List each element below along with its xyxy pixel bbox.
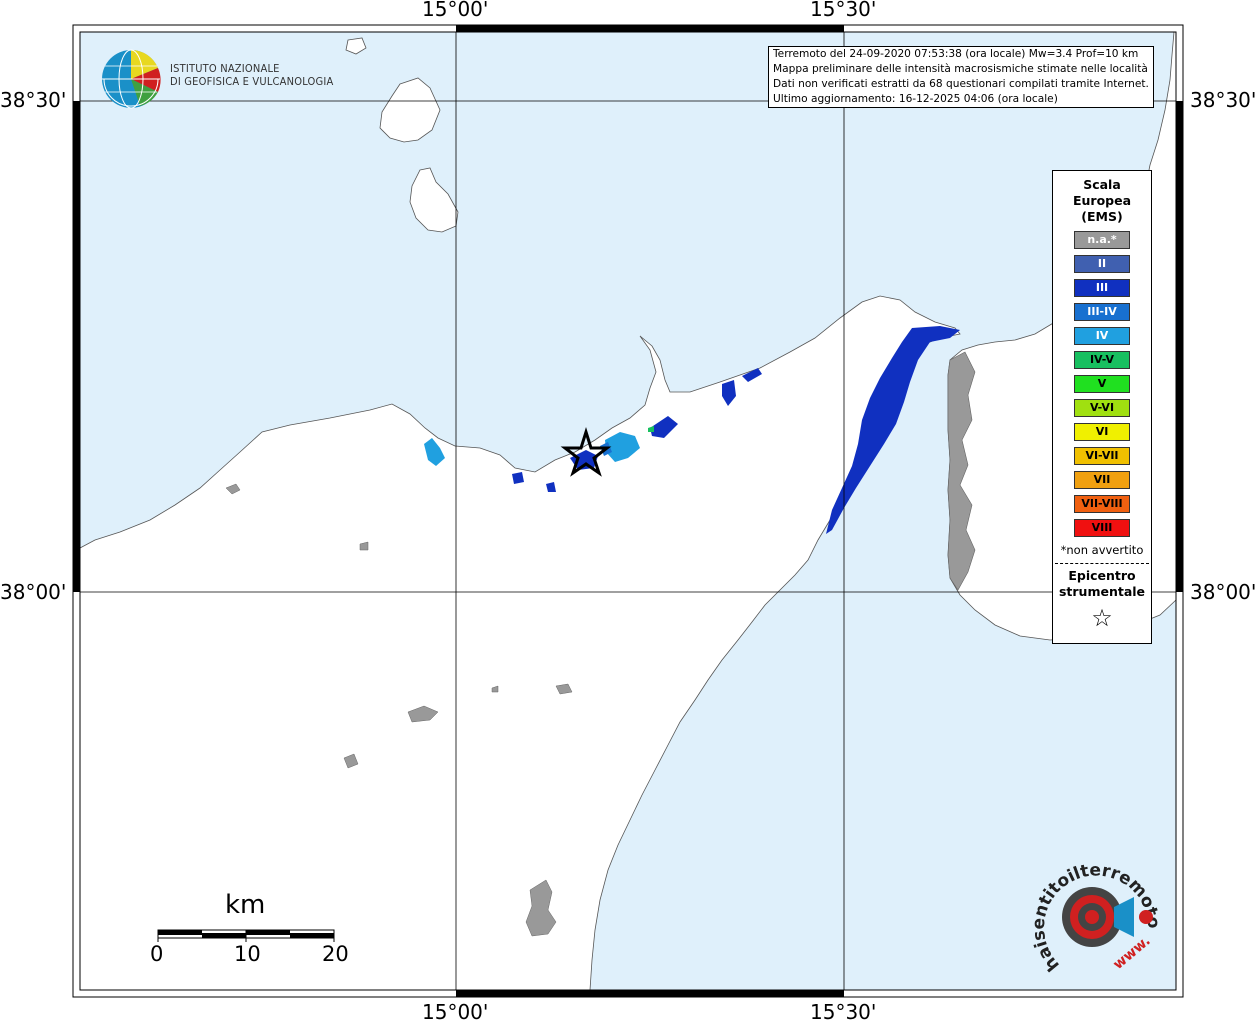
- legend-item-vivii: VI-VII: [1074, 447, 1130, 465]
- lon-label-bottom-15-30: 15°30': [810, 1000, 877, 1024]
- scale-tick-10: 10: [234, 942, 261, 966]
- legend-epicenter-title: Epicentro strumentale: [1053, 568, 1151, 600]
- legend-items: n.a.* II III III-IV IV IV-V V V-VI VI VI-VII VII VI…: [1053, 231, 1151, 537]
- legend-item-iv: IV: [1074, 327, 1130, 345]
- scale-bar: km 0 10 20: [150, 890, 350, 970]
- legend-title-line-1: Scala: [1083, 177, 1121, 192]
- haisentito-logo-www: www.: [1110, 933, 1153, 973]
- ingv-line-1: ISTITUTO NAZIONALE: [170, 62, 280, 75]
- scale-tick-20: 20: [322, 942, 349, 966]
- legend-item-ii: II: [1074, 255, 1130, 273]
- info-line-4: Ultimo aggiornamento: 16-12-2025 04:06 (…: [773, 93, 1058, 105]
- ingv-line-2: DI GEOFISICA E VULCANOLOGIA: [170, 75, 334, 88]
- legend-title: Scala Europea (EMS): [1053, 177, 1151, 225]
- legend-item-na: n.a.*: [1074, 231, 1130, 249]
- patch-iii: [512, 472, 524, 484]
- legend-note: *non avvertito: [1060, 543, 1144, 557]
- legend-item-viii: VIII: [1074, 519, 1130, 537]
- legend-item-vi: VI: [1074, 423, 1130, 441]
- legend-item-vvi: V-VI: [1074, 399, 1130, 417]
- lat-label-right-38-30: 38°30': [1190, 88, 1255, 112]
- legend-separator: [1055, 563, 1149, 564]
- lon-label-bottom-15-00: 15°00': [422, 1000, 489, 1024]
- ems-legend: Scala Europea (EMS) n.a.* II III III-IV IV IV…: [1052, 170, 1152, 644]
- legend-title-line-2: Europea: [1072, 193, 1132, 208]
- legend-item-vii: VII: [1074, 471, 1130, 489]
- legend-star-icon: ☆: [1091, 604, 1113, 632]
- haisentito-logo: haisentitoilterremoto.it www.: [1030, 855, 1163, 975]
- legend-item-v: V: [1074, 375, 1130, 393]
- lon-label-top-15-30: 15°30': [810, 0, 877, 21]
- lat-label-left-38-00: 38°00': [0, 580, 67, 604]
- legend-title-line-3: (EMS): [1081, 209, 1123, 224]
- legend-item-iiiiv: III-IV: [1074, 303, 1130, 321]
- ingv-globe-logo: [102, 49, 161, 109]
- lat-label-left-38-30: 38°30': [0, 88, 67, 112]
- legend-item-iii: III: [1074, 279, 1130, 297]
- lat-label-right-38-00: 38°00': [1190, 580, 1255, 604]
- scale-tick-0: 0: [150, 942, 164, 966]
- ingv-institute-name: ISTITUTO NAZIONALE DI GEOFISICA E VULCAN…: [170, 62, 333, 88]
- info-line-2: Mappa preliminare delle intensità macros…: [773, 63, 1148, 75]
- frame-bar-top: [456, 25, 844, 32]
- frame-bar-right: [1176, 101, 1183, 592]
- frame-bar-left: [73, 101, 80, 592]
- legend-item-viiviii: VII-VIII: [1074, 495, 1130, 513]
- legend-item-ivv: IV-V: [1074, 351, 1130, 369]
- info-line-3: Dati non verificati estratti da 68 quest…: [773, 78, 1149, 90]
- info-line-1: Terremoto del 24-09-2020 07:53:38 (ora l…: [773, 48, 1139, 60]
- legend-epicenter-line-1: Epicentro: [1068, 568, 1136, 583]
- event-info-box: Terremoto del 24-09-2020 07:53:38 (ora l…: [768, 46, 1154, 108]
- legend-epicenter-line-2: strumentale: [1058, 584, 1146, 599]
- scale-unit: km: [225, 890, 266, 920]
- frame-bar-bottom: [456, 990, 844, 997]
- lon-label-top-15-00: 15°00': [422, 0, 489, 21]
